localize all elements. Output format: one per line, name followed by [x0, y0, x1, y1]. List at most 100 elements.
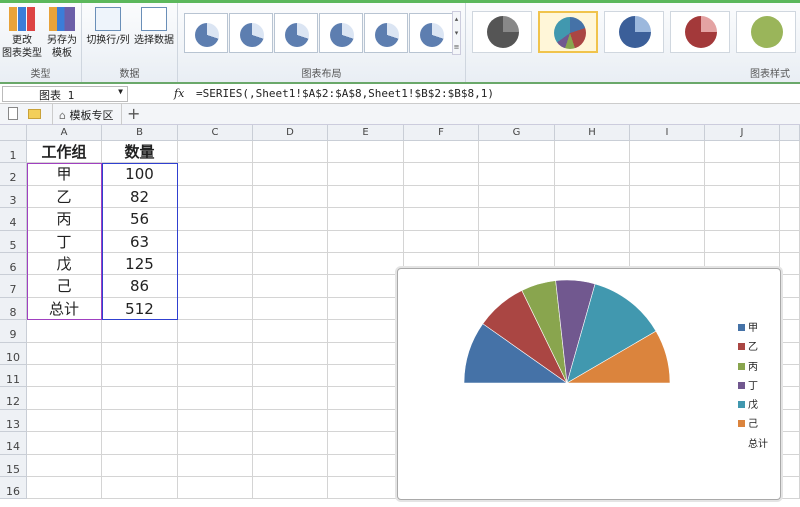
cell[interactable]: [102, 454, 178, 477]
cell[interactable]: [178, 342, 253, 365]
change-chart-type-button[interactable]: 更改 图表类型: [2, 7, 42, 60]
cell[interactable]: [27, 365, 102, 388]
cell[interactable]: [178, 432, 253, 455]
cell[interactable]: [328, 320, 404, 343]
cell[interactable]: [253, 230, 328, 253]
cell[interactable]: [178, 230, 253, 253]
cell[interactable]: [253, 342, 328, 365]
cell[interactable]: [27, 320, 102, 343]
cell[interactable]: [705, 185, 780, 209]
cell[interactable]: [27, 342, 102, 365]
formula-input[interactable]: =SERIES(,Sheet1!$A$2:$A$8,Sheet1!$B$2:$B…: [196, 87, 494, 100]
cell[interactable]: [253, 454, 328, 477]
cell[interactable]: [102, 365, 178, 388]
column-header[interactable]: I: [630, 125, 705, 141]
chevron-down-icon[interactable]: ▼: [118, 87, 123, 96]
cell[interactable]: [555, 141, 630, 164]
cell[interactable]: [780, 320, 800, 343]
cell[interactable]: [328, 387, 404, 410]
cell[interactable]: [328, 409, 404, 433]
column-header[interactable]: B: [102, 125, 178, 141]
cell[interactable]: [630, 230, 705, 253]
cell[interactable]: [328, 477, 404, 500]
layout-option-4[interactable]: [319, 13, 363, 53]
cell[interactable]: [479, 141, 555, 164]
cell[interactable]: [705, 208, 780, 231]
layout-scroll-button[interactable]: ▴ ▾ ≡: [452, 11, 461, 55]
cell[interactable]: [102, 477, 178, 500]
cell[interactable]: [555, 163, 630, 186]
row-header[interactable]: 4: [0, 208, 27, 231]
cell[interactable]: [178, 141, 253, 164]
cell[interactable]: [780, 253, 800, 276]
cell[interactable]: [328, 275, 404, 298]
cell[interactable]: [102, 409, 178, 433]
cell[interactable]: [328, 365, 404, 388]
column-header[interactable]: A: [27, 125, 102, 141]
chart-style-option-4[interactable]: [670, 11, 730, 53]
chart-style-option-1[interactable]: [472, 11, 532, 53]
cell[interactable]: [630, 208, 705, 231]
cell[interactable]: [102, 387, 178, 410]
cell[interactable]: [780, 208, 800, 231]
new-file-icon[interactable]: [8, 107, 18, 120]
cell[interactable]: 数量: [102, 141, 178, 164]
cell[interactable]: [253, 477, 328, 500]
cell[interactable]: [328, 141, 404, 164]
cell[interactable]: [253, 387, 328, 410]
cell[interactable]: [780, 163, 800, 186]
cell[interactable]: [479, 163, 555, 186]
row-header[interactable]: 8: [0, 297, 27, 321]
cell[interactable]: [328, 253, 404, 276]
cell[interactable]: [328, 208, 404, 231]
cell[interactable]: [102, 342, 178, 365]
row-header[interactable]: 10: [0, 342, 27, 365]
row-header[interactable]: 1: [0, 141, 27, 164]
chart-area[interactable]: 甲乙丙丁戊己总计: [397, 268, 781, 500]
chart-style-option-2[interactable]: [538, 11, 598, 53]
row-header[interactable]: 6: [0, 253, 27, 276]
cell[interactable]: [479, 230, 555, 253]
cell[interactable]: [555, 208, 630, 231]
column-header[interactable]: C: [178, 125, 253, 141]
cell[interactable]: [178, 454, 253, 477]
cell[interactable]: [780, 409, 800, 433]
legend-item[interactable]: 己: [738, 415, 768, 434]
row-header[interactable]: 15: [0, 454, 27, 477]
add-tab-button[interactable]: +: [127, 104, 140, 123]
cell[interactable]: [404, 163, 479, 186]
cell[interactable]: [780, 387, 800, 410]
cell[interactable]: [253, 365, 328, 388]
cell[interactable]: [780, 297, 800, 321]
cell[interactable]: [705, 141, 780, 164]
cell[interactable]: [328, 454, 404, 477]
cell[interactable]: [253, 275, 328, 298]
cell[interactable]: [404, 141, 479, 164]
layout-option-3[interactable]: [274, 13, 318, 53]
legend-item[interactable]: 戊: [738, 396, 768, 415]
cell[interactable]: [479, 185, 555, 209]
cell[interactable]: [630, 185, 705, 209]
cell[interactable]: [27, 409, 102, 433]
layout-option-6[interactable]: [409, 13, 453, 53]
cell[interactable]: [479, 208, 555, 231]
cell[interactable]: [178, 365, 253, 388]
row-header[interactable]: 14: [0, 432, 27, 455]
cell[interactable]: [253, 163, 328, 186]
cell[interactable]: [178, 163, 253, 186]
select-all-corner[interactable]: [0, 125, 27, 141]
cell[interactable]: [178, 253, 253, 276]
row-header[interactable]: 5: [0, 230, 27, 253]
cell[interactable]: [780, 141, 800, 164]
cell[interactable]: [404, 230, 479, 253]
name-box[interactable]: 图表 1 ▼: [2, 86, 128, 102]
cell[interactable]: 工作组: [27, 141, 102, 164]
cell[interactable]: [253, 185, 328, 209]
cell[interactable]: [630, 163, 705, 186]
cell[interactable]: [328, 342, 404, 365]
column-header[interactable]: H: [555, 125, 630, 141]
cell[interactable]: [328, 297, 404, 321]
column-header[interactable]: D: [253, 125, 328, 141]
cell[interactable]: [253, 409, 328, 433]
cell[interactable]: [178, 208, 253, 231]
